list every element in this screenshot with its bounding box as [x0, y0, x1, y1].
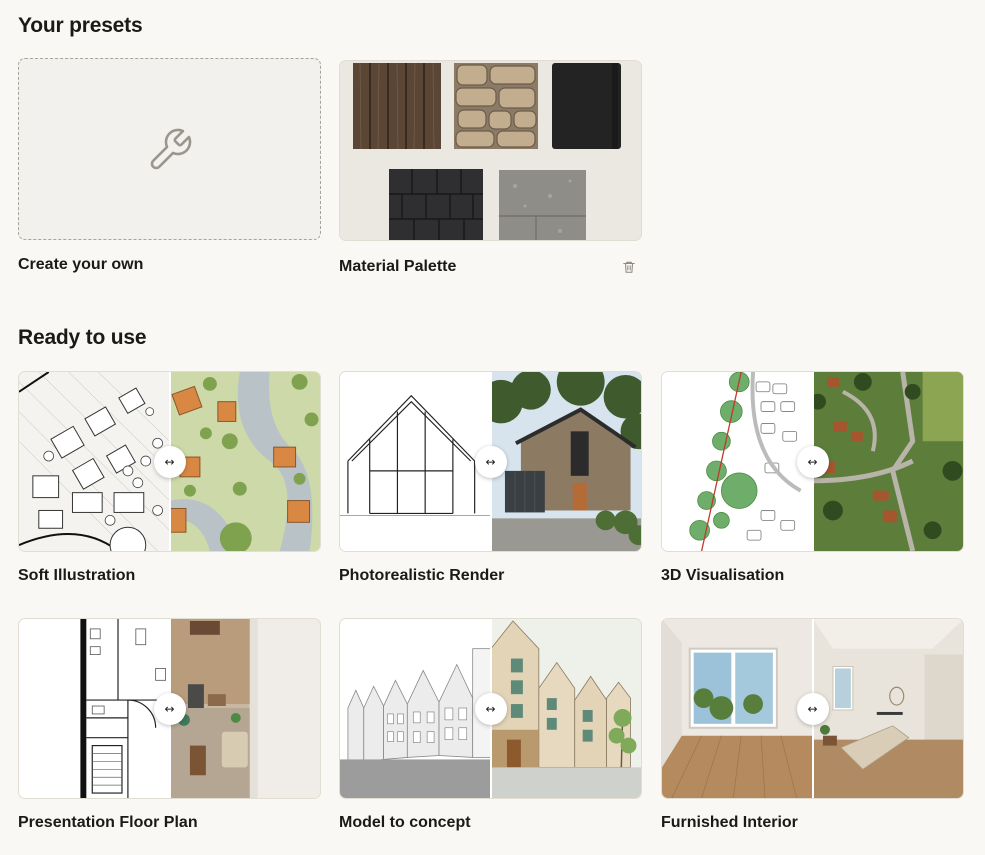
compare-arrows-icon[interactable]: ↔	[796, 692, 829, 725]
presets-section-title: Your presets	[18, 14, 143, 37]
wrench-icon	[150, 128, 192, 170]
model-to-concept-thumbnail[interactable]: ↔	[339, 618, 642, 799]
before-image	[340, 619, 491, 798]
compare-arrows-icon[interactable]: ↔	[474, 445, 507, 478]
after-image	[490, 619, 641, 798]
compare-arrows-icon[interactable]: ↔	[796, 445, 829, 478]
material-palette-image	[340, 61, 641, 240]
ready-card-model-to-concept[interactable]: ↔ Model to concept	[339, 618, 642, 831]
create-preset-card[interactable]: Create your own	[18, 58, 321, 273]
create-preset-thumbnail[interactable]	[18, 58, 321, 240]
3d-visualisation-thumbnail[interactable]: ↔	[661, 371, 964, 552]
3d-visualisation-label: 3D Visualisation	[661, 567, 785, 584]
trash-icon[interactable]	[622, 260, 636, 274]
after-image	[169, 372, 320, 551]
photorealistic-render-label: Photorealistic Render	[339, 567, 505, 584]
ready-card-furnished-interior[interactable]: ↔ Furnished Interior	[661, 618, 964, 831]
soft-illustration-label: Soft Illustration	[18, 567, 136, 584]
ready-section-title: Ready to use	[18, 326, 147, 349]
model-to-concept-label: Model to concept	[339, 814, 471, 831]
before-image	[662, 372, 813, 551]
ready-card-photorealistic-render[interactable]: ↔ Photorealistic Render	[339, 371, 642, 584]
presentation-floor-plan-label: Presentation Floor Plan	[18, 814, 198, 831]
compare-arrows-icon[interactable]: ↔	[474, 692, 507, 725]
before-image	[19, 372, 170, 551]
after-image	[812, 372, 963, 551]
material-palette-label: Material Palette	[339, 258, 457, 275]
before-image	[340, 372, 491, 551]
furnished-interior-label: Furnished Interior	[661, 814, 798, 831]
after-image	[490, 372, 641, 551]
compare-arrows-icon[interactable]: ↔	[153, 692, 186, 725]
compare-arrows-icon[interactable]: ↔	[153, 445, 186, 478]
after-image	[812, 619, 963, 798]
create-preset-label: Create your own	[18, 256, 144, 273]
presentation-floor-plan-thumbnail[interactable]: ↔	[18, 618, 321, 799]
ready-card-3d-visualisation[interactable]: ↔ 3D Visualisation	[661, 371, 964, 584]
ready-card-soft-illustration[interactable]: ↔ Soft Illustration	[18, 371, 321, 584]
before-image	[662, 619, 813, 798]
before-image	[19, 619, 170, 798]
after-image	[169, 619, 320, 798]
material-palette-thumbnail[interactable]	[339, 60, 642, 241]
soft-illustration-thumbnail[interactable]: ↔	[18, 371, 321, 552]
ready-card-presentation-floor-plan[interactable]: ↔ Presentation Floor Plan	[18, 618, 321, 831]
furnished-interior-thumbnail[interactable]: ↔	[661, 618, 964, 799]
preset-card-material-palette[interactable]: Material Palette	[339, 60, 642, 275]
photorealistic-render-thumbnail[interactable]: ↔	[339, 371, 642, 552]
